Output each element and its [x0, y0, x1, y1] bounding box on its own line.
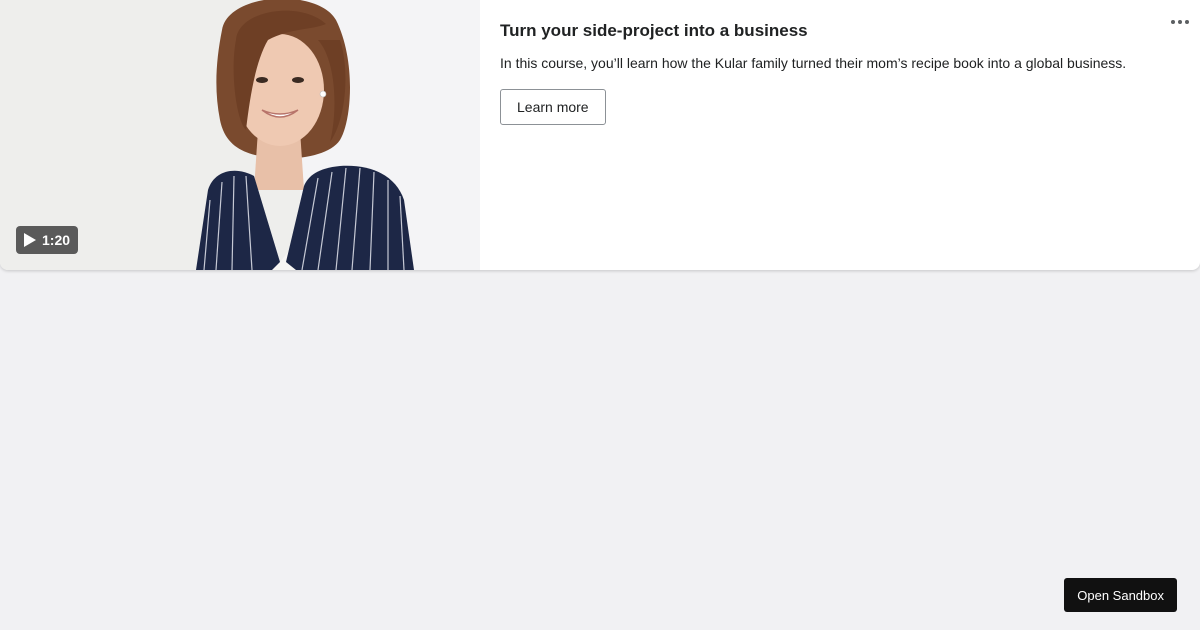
media-card: 1:20 Turn your side-project into a busin…: [0, 0, 1200, 270]
card-title: Turn your side-project into a business: [500, 21, 808, 40]
video-duration: 1:20: [42, 232, 71, 248]
more-dot: [1178, 20, 1182, 24]
video-thumbnail[interactable]: 1:20: [0, 0, 480, 270]
card-description: In this course, you’ll learn how the Kul…: [500, 55, 1127, 71]
card-content: Turn your side-project into a business I…: [480, 0, 1200, 270]
more-dot: [1185, 20, 1189, 24]
video-duration-badge[interactable]: 1:20: [16, 226, 79, 254]
more-options-icon[interactable]: [1170, 12, 1190, 32]
learn-more-button[interactable]: Learn more: [500, 89, 606, 125]
open-sandbox-button[interactable]: Open Sandbox: [1064, 578, 1177, 612]
more-dot: [1171, 20, 1175, 24]
play-icon: [24, 233, 36, 247]
